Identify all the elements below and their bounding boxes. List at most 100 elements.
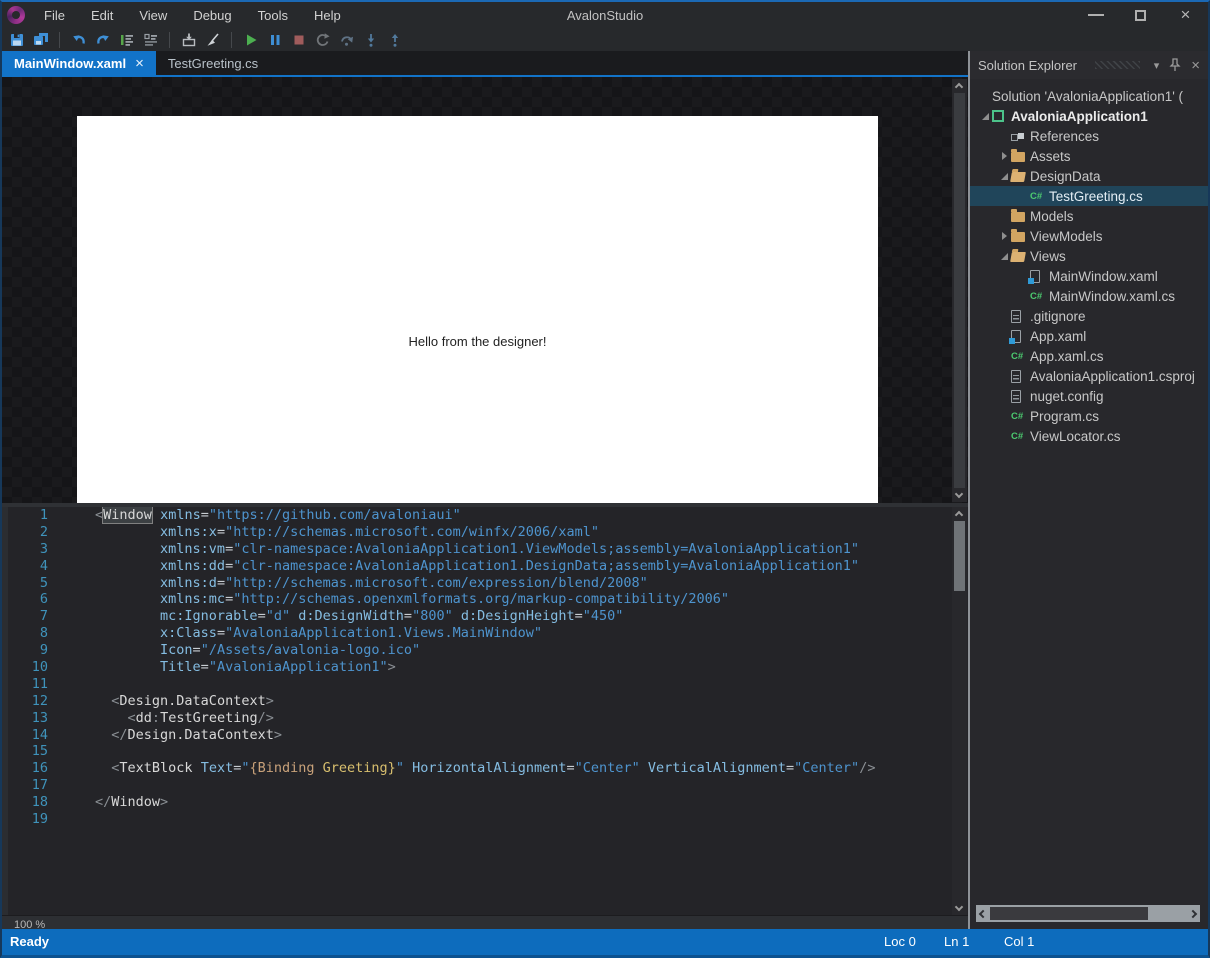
scroll-left-icon[interactable] xyxy=(976,911,990,917)
menu-view[interactable]: View xyxy=(128,5,178,26)
code-line[interactable]: 15 xyxy=(8,743,968,760)
build-button[interactable] xyxy=(178,30,199,50)
restart-button[interactable] xyxy=(312,30,333,50)
code-line[interactable]: 10 Title="AvaloniaApplication1"> xyxy=(8,659,968,676)
tree-item-app.xaml[interactable]: App.xaml xyxy=(970,326,1208,346)
code-line[interactable]: 14 </Design.DataContext> xyxy=(8,727,968,744)
tree-item-program.cs[interactable]: C#Program.cs xyxy=(970,406,1208,426)
code-line[interactable]: 13 <dd:TestGreeting/> xyxy=(8,710,968,727)
expander-closed-icon[interactable] xyxy=(997,232,1011,240)
status-ready: Ready xyxy=(10,934,49,949)
maximize-button[interactable] xyxy=(1118,3,1163,27)
scroll-down-icon[interactable] xyxy=(955,903,963,911)
code-line[interactable]: 7 mc:Ignorable="d" d:DesignWidth="800" d… xyxy=(8,608,968,625)
clean-button[interactable] xyxy=(202,30,223,50)
save-all-button[interactable] xyxy=(30,30,51,50)
tree-item-viewmodels[interactable]: ViewModels xyxy=(970,226,1208,246)
code-line[interactable]: 2 xmlns:x="http://schemas.microsoft.com/… xyxy=(8,524,968,541)
tab-mainwindow.xaml[interactable]: MainWindow.xaml× xyxy=(2,51,156,75)
pause-button[interactable] xyxy=(264,30,285,50)
format-document-button[interactable] xyxy=(116,30,137,50)
scroll-down-icon[interactable] xyxy=(955,490,963,498)
code-text: <Design.DataContext> xyxy=(95,693,274,710)
code-line[interactable]: 17 xyxy=(8,777,968,794)
avalonstudio-logo-icon xyxy=(7,6,25,24)
redo-button[interactable] xyxy=(92,30,113,50)
menu-help[interactable]: Help xyxy=(303,5,352,26)
tree-item-label: Assets xyxy=(1030,149,1071,164)
tree-item-references[interactable]: References xyxy=(970,126,1208,146)
tree-item-views[interactable]: Views xyxy=(970,246,1208,266)
code-editor[interactable]: 1<Window xmlns="https://github.com/avalo… xyxy=(2,507,968,915)
solution-explorer-header[interactable]: Solution Explorer ▾ × xyxy=(970,51,1208,79)
code-line[interactable]: 8 x:Class="AvaloniaApplication1.Views.Ma… xyxy=(8,625,968,642)
tree-item-label: References xyxy=(1030,129,1099,144)
close-button[interactable]: × xyxy=(1163,3,1208,27)
restart-icon xyxy=(315,32,331,48)
scrollbar-thumb[interactable] xyxy=(990,907,1148,920)
menu-tools[interactable]: Tools xyxy=(247,5,299,26)
format-selection-button[interactable] xyxy=(140,30,161,50)
editor-vertical-scrollbar[interactable] xyxy=(952,507,967,915)
pin-icon[interactable] xyxy=(1169,58,1181,72)
expander-open-icon[interactable] xyxy=(978,113,992,120)
expander-closed-icon[interactable] xyxy=(997,152,1011,160)
tree-item-.gitignore[interactable]: .gitignore xyxy=(970,306,1208,326)
tree-item-label: ViewModels xyxy=(1030,229,1103,244)
menu-debug[interactable]: Debug xyxy=(182,5,242,26)
code-line[interactable]: 12 <Design.DataContext> xyxy=(8,693,968,710)
code-line[interactable]: 3 xmlns:vm="clr-namespace:AvaloniaApplic… xyxy=(8,541,968,558)
scrollbar-thumb[interactable] xyxy=(954,93,965,488)
expander-open-icon[interactable] xyxy=(997,253,1011,260)
tab-close-icon[interactable]: × xyxy=(135,55,144,72)
tree-item-mainwindow.xaml[interactable]: MainWindow.xaml xyxy=(970,266,1208,286)
tree-item-viewlocator.cs[interactable]: C#ViewLocator.cs xyxy=(970,426,1208,446)
code-line[interactable]: 18</Window> xyxy=(8,794,968,811)
scroll-right-icon[interactable] xyxy=(1186,911,1200,917)
scrollbar-thumb[interactable] xyxy=(954,521,965,591)
code-line[interactable]: 1<Window xmlns="https://github.com/avalo… xyxy=(8,507,968,524)
tree-item-nuget.config[interactable]: nuget.config xyxy=(970,386,1208,406)
menu-file[interactable]: File xyxy=(33,5,76,26)
tree-item-avaloniaapplication1.csproj[interactable]: AvaloniaApplication1.csproj xyxy=(970,366,1208,386)
tree-item-designdata[interactable]: DesignData xyxy=(970,166,1208,186)
tree-item-mainwindow.xaml.cs[interactable]: C#MainWindow.xaml.cs xyxy=(970,286,1208,306)
tree-item-testgreeting.cs[interactable]: C#TestGreeting.cs xyxy=(970,186,1208,206)
file-icon xyxy=(1011,310,1030,323)
undo-button[interactable] xyxy=(68,30,89,50)
code-line[interactable]: 5 xmlns:d="http://schemas.microsoft.com/… xyxy=(8,575,968,592)
save-button[interactable] xyxy=(6,30,27,50)
scroll-up-icon[interactable] xyxy=(955,83,963,91)
minimize-button[interactable] xyxy=(1073,3,1118,27)
tree-item-label: Solution 'AvaloniaApplication1' ( xyxy=(992,89,1183,104)
titlebar: FileEditViewDebugToolsHelp AvalonStudio … xyxy=(2,2,1208,28)
tree-item-assets[interactable]: Assets xyxy=(970,146,1208,166)
step-over-button[interactable] xyxy=(336,30,357,50)
explorer-horizontal-scrollbar[interactable] xyxy=(976,905,1200,922)
step-into-button[interactable] xyxy=(360,30,381,50)
expander-open-icon[interactable] xyxy=(997,173,1011,180)
tree-item-label: Program.cs xyxy=(1030,409,1099,424)
tree-item-app.xaml.cs[interactable]: C#App.xaml.cs xyxy=(970,346,1208,366)
code-line[interactable]: 16 <TextBlock Text="{Binding Greeting}" … xyxy=(8,760,968,777)
code-line[interactable]: 6 xmlns:mc="http://schemas.openxmlformat… xyxy=(8,591,968,608)
references-icon xyxy=(1011,130,1030,142)
run-button[interactable] xyxy=(240,30,261,50)
scroll-up-icon[interactable] xyxy=(955,511,963,519)
code-line[interactable]: 19 xyxy=(8,811,968,828)
code-line[interactable]: 9 Icon="/Assets/avalonia-logo.ico" xyxy=(8,642,968,659)
tree-item-avaloniaapplication1[interactable]: AvaloniaApplication1 xyxy=(970,106,1208,126)
tree-item-solution-avaloniaapplication1-[interactable]: Solution 'AvaloniaApplication1' ( xyxy=(970,86,1208,106)
tree-item-models[interactable]: Models xyxy=(970,206,1208,226)
line-number: 2 xyxy=(8,524,48,541)
panel-close-icon[interactable]: × xyxy=(1191,57,1200,74)
menu-edit[interactable]: Edit xyxy=(80,5,124,26)
stop-button[interactable] xyxy=(288,30,309,50)
panel-menu-chevron-icon[interactable]: ▾ xyxy=(1154,59,1160,72)
code-line[interactable]: 11 xyxy=(8,676,968,693)
panel-drag-grip[interactable] xyxy=(1095,61,1140,69)
tab-testgreeting.cs[interactable]: TestGreeting.cs xyxy=(156,51,270,75)
code-line[interactable]: 4 xmlns:dd="clr-namespace:AvaloniaApplic… xyxy=(8,558,968,575)
step-out-button[interactable] xyxy=(384,30,405,50)
designer-vertical-scrollbar[interactable] xyxy=(952,79,967,502)
